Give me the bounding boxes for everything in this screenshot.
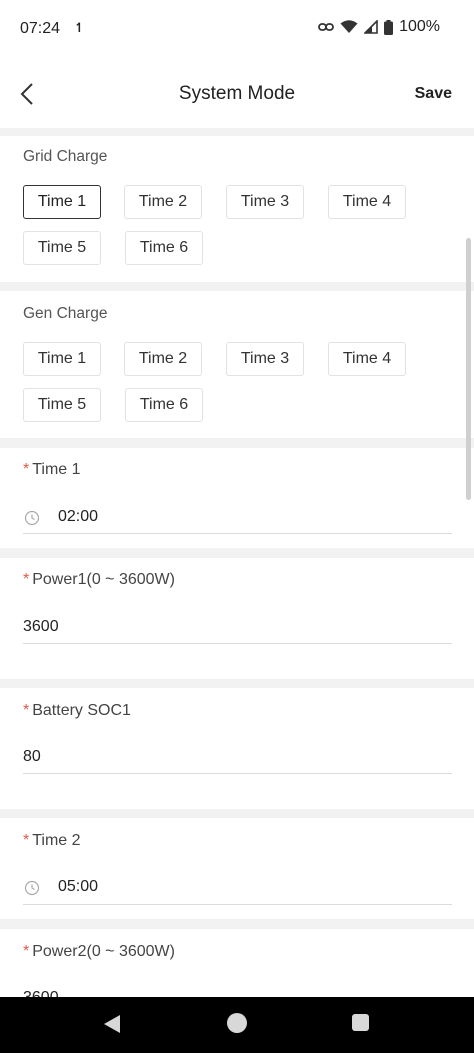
status-bar: 07:24 ↿ 100%: [0, 0, 474, 60]
save-button[interactable]: Save: [415, 85, 452, 103]
time-2-input[interactable]: 05:00: [58, 878, 98, 896]
gen-charge-label: Gen Charge: [23, 305, 108, 322]
field-label: * Battery SOC1: [23, 702, 131, 720]
app-header: System Mode Save: [0, 60, 474, 128]
battery-soc-1-label: Battery SOC1: [32, 702, 131, 719]
battery-soc-1-field: * Battery SOC1 80: [0, 688, 474, 809]
grid-charge-label: Grid Charge: [23, 148, 108, 165]
grid-charge-chip-time-3[interactable]: Time 3: [226, 185, 304, 219]
grid-charge-chip-time-6[interactable]: Time 6: [125, 231, 203, 265]
power-2-label: Power2(0 ~ 3600W): [32, 943, 175, 960]
time-2-field: * Time 2 05:00: [0, 818, 474, 919]
status-notification-icon: ↿: [74, 20, 85, 35]
gen-charge-chip-time-2[interactable]: Time 2: [124, 342, 202, 376]
system-back-icon[interactable]: [103, 1014, 121, 1034]
field-label: * Time 1: [23, 461, 81, 479]
time-1-field: * Time 1 02:00: [0, 448, 474, 548]
gen-charge-chip-time-5[interactable]: Time 5: [23, 388, 101, 422]
system-home-icon[interactable]: [227, 1013, 247, 1033]
grid-charge-chip-time-4[interactable]: Time 4: [328, 185, 406, 219]
time-2-label: Time 2: [32, 832, 81, 849]
required-mark: *: [23, 943, 30, 960]
power-1-label: Power1(0 ~ 3600W): [32, 571, 175, 588]
battery-icon: [384, 19, 394, 35]
link-icon: [318, 23, 334, 31]
battery-soc-1-input[interactable]: 80: [23, 748, 41, 766]
gen-charge-chip-time-6[interactable]: Time 6: [125, 388, 203, 422]
required-mark: *: [23, 832, 30, 849]
power-1-field: * Power1(0 ~ 3600W) 3600: [0, 558, 474, 679]
signal-icon: [364, 20, 378, 34]
required-mark: *: [23, 461, 30, 478]
gen-charge-chip-time-4[interactable]: Time 4: [328, 342, 406, 376]
grid-charge-chip-time-5[interactable]: Time 5: [23, 231, 101, 265]
required-mark: *: [23, 571, 30, 588]
grid-charge-chip-time-2[interactable]: Time 2: [124, 185, 202, 219]
divider: [23, 533, 452, 534]
gen-charge-section: Gen Charge Time 1 Time 2 Time 3 Time 4 T…: [0, 291, 474, 438]
required-mark: *: [23, 702, 30, 719]
battery-percent: 100%: [399, 18, 440, 35]
wifi-icon: [340, 20, 358, 33]
power-1-input[interactable]: 3600: [23, 618, 59, 636]
divider: [23, 904, 452, 905]
divider: [23, 773, 452, 774]
status-time: 07:24: [20, 20, 61, 37]
clock-icon: [24, 880, 40, 896]
system-navigation-bar: [0, 997, 474, 1053]
divider: [23, 643, 452, 644]
status-icons: 100%: [318, 18, 440, 36]
field-label: * Power2(0 ~ 3600W): [23, 943, 175, 961]
grid-charge-section: Grid Charge Time 1 Time 2 Time 3 Time 4 …: [0, 136, 474, 282]
scrollbar[interactable]: [466, 238, 471, 500]
field-label: * Time 2: [23, 832, 81, 850]
power-2-input[interactable]: 3600: [23, 989, 59, 997]
power-2-field: *Power2(0 ~ 3600W) 3600: [0, 929, 474, 997]
time-1-input[interactable]: 02:00: [58, 508, 98, 526]
gen-charge-chip-time-3[interactable]: Time 3: [226, 342, 304, 376]
clock-icon: [24, 510, 40, 526]
system-recents-icon[interactable]: [352, 1014, 369, 1031]
page-title: System Mode: [178, 83, 296, 104]
grid-charge-chip-time-1[interactable]: Time 1: [23, 185, 101, 219]
field-label: * Power1(0 ~ 3600W): [23, 571, 175, 589]
time-1-label: Time 1: [32, 461, 81, 478]
gen-charge-chip-time-1[interactable]: Time 1: [23, 342, 101, 376]
